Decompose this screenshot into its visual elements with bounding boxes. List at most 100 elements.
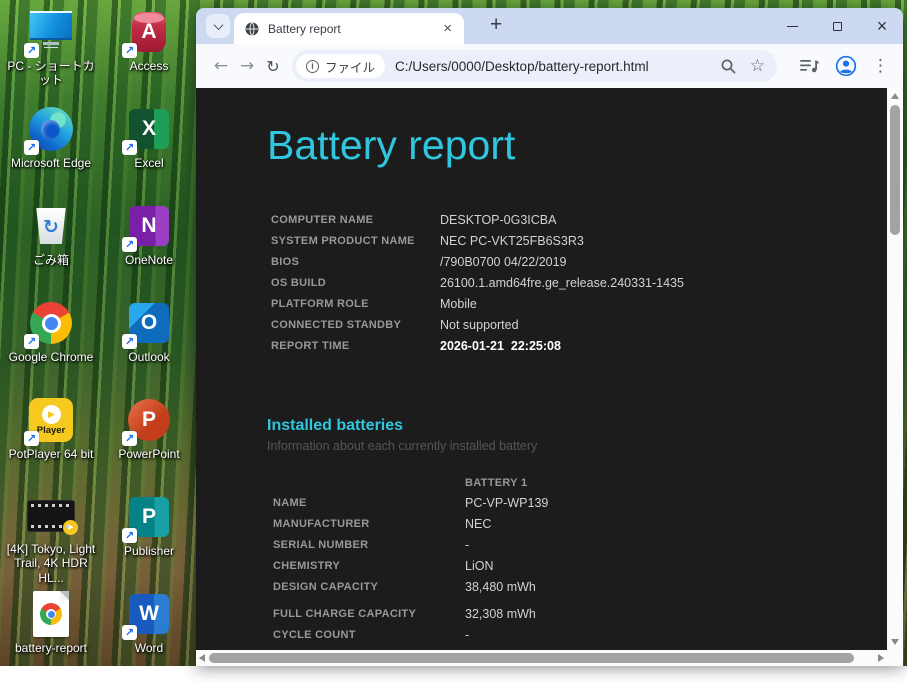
system-info-table: COMPUTER NAME DESKTOP-0G3ICBA SYSTEM PRO… [271, 213, 887, 353]
profile-avatar-icon [835, 55, 857, 77]
desktop-icon-chrome[interactable]: ↗ Google Chrome [2, 294, 100, 391]
battery-value: LiON [465, 559, 887, 573]
shortcut-arrow-icon: ↗ [122, 334, 137, 349]
vertical-scrollbar-thumb[interactable] [890, 105, 900, 235]
horizontal-scrollbar-thumb[interactable] [209, 653, 854, 663]
battery-label: SERIAL NUMBER [273, 539, 465, 551]
scroll-right-arrow[interactable] [878, 654, 884, 662]
tab-title: Battery report [268, 22, 441, 36]
info-label: BIOS [271, 256, 440, 268]
desktop-icon-label: [4K] Tokyo, Light Trail, 4K HDR HL... [3, 542, 99, 585]
desktop-icon-label: Publisher [124, 544, 174, 558]
play-overlay-icon: ▶ [63, 520, 78, 535]
shortcut-arrow-icon: ↗ [122, 431, 137, 446]
desktop-icon-outlook[interactable]: O ↗ Outlook [100, 294, 198, 391]
protocol-label: ファイル [325, 57, 375, 76]
desktop-icon-battery-report-file[interactable]: battery-report [2, 585, 100, 682]
desktop-icon-pc-shortcut[interactable]: ↗ PC - ショートカット [2, 3, 100, 100]
desktop-icon-label: PotPlayer 64 bit [9, 447, 94, 461]
battery-label: FULL CHARGE CAPACITY [273, 602, 465, 620]
desktop-icon-label: ごみ箱 [33, 253, 69, 267]
desktop-icon-edge[interactable]: ↗ Microsoft Edge [2, 100, 100, 197]
scroll-up-arrow[interactable] [891, 93, 899, 99]
maximize-icon [833, 22, 842, 31]
new-tab-button[interactable]: + [484, 11, 508, 39]
desktop-icon-potplayer[interactable]: ▶ Player ↗ PotPlayer 64 bit [2, 391, 100, 488]
scroll-down-arrow[interactable] [891, 639, 899, 645]
desktop-icon-label: Outlook [128, 350, 169, 364]
info-value: NEC PC-VKT25FB6S3R3 [440, 234, 887, 248]
maximize-button[interactable] [830, 19, 844, 33]
browser-toolbar: ← → ↻ i ファイル C:/Users/0000/Desktop/batte… [196, 44, 903, 88]
desktop-icon-label: Access [130, 59, 169, 73]
access-icon: A ↗ [125, 8, 173, 56]
refresh-button[interactable]: ↻ [260, 57, 286, 76]
back-button[interactable]: ← [208, 56, 234, 76]
desktop-icon-publisher[interactable]: P ↗ Publisher [100, 488, 198, 585]
pc-monitor-icon: ↗ [27, 8, 75, 56]
info-label: CONNECTED STANDBY [271, 319, 440, 331]
desktop-icon-onenote[interactable]: N ↗ OneNote [100, 197, 198, 294]
window-controls: × [785, 8, 889, 44]
tab-battery-report[interactable]: Battery report × [234, 13, 464, 44]
desktop-icon-access[interactable]: A ↗ Access [100, 3, 198, 100]
globe-favicon-icon [244, 21, 260, 37]
info-label: PLATFORM ROLE [271, 298, 440, 310]
word-icon: W ↗ [125, 590, 173, 638]
scroll-left-arrow[interactable] [199, 654, 205, 662]
tab-search-button[interactable] [206, 14, 230, 38]
battery-label: CYCLE COUNT [273, 629, 465, 641]
profile-button[interactable] [835, 55, 857, 77]
url-text: C:/Users/0000/Desktop/battery-report.htm… [395, 59, 707, 74]
info-value: Not supported [440, 318, 887, 332]
battery-report-page: Battery report COMPUTER NAME DESKTOP-0G3… [196, 88, 887, 650]
forward-button[interactable]: → [234, 56, 260, 76]
desktop-icon-excel[interactable]: X ↗ Excel [100, 100, 198, 197]
desktop-icon-label: Microsoft Edge [11, 156, 91, 170]
info-icon: i [306, 60, 319, 73]
tab-close-button[interactable]: × [441, 20, 454, 37]
recycle-bin-icon: ↻ [27, 202, 75, 250]
battery-value: PC-VP-WP139 [465, 496, 887, 510]
desktop-icon-video-file[interactable]: ▶ [4K] Tokyo, Light Trail, 4K HDR HL... [2, 488, 100, 585]
desktop-icon-powerpoint[interactable]: P ↗ PowerPoint [100, 391, 198, 488]
chevron-down-icon [213, 20, 223, 30]
horizontal-scrollbar[interactable] [196, 650, 887, 666]
shortcut-arrow-icon: ↗ [24, 140, 39, 155]
battery-label: NAME [273, 497, 465, 509]
site-info-chip[interactable]: i ファイル [296, 54, 385, 78]
report-time-value: 2026-01-21 22:25:08 [440, 339, 887, 353]
shortcut-arrow-icon: ↗ [122, 237, 137, 252]
shortcut-arrow-icon: ↗ [122, 43, 137, 58]
close-icon: × [877, 19, 888, 33]
battery-label: MANUFACTURER [273, 518, 465, 530]
info-label: OS BUILD [271, 277, 440, 289]
battery-label: CHEMISTRY [273, 560, 465, 572]
battery-value: - [465, 628, 887, 642]
vertical-scrollbar[interactable] [887, 88, 903, 650]
desktop-wallpaper: ↗ PC - ショートカット A ↗ Access ↗ Microsoft Ed… [0, 0, 907, 666]
potplayer-icon: ▶ Player ↗ [27, 396, 75, 444]
address-bar[interactable]: i ファイル C:/Users/0000/Desktop/battery-rep… [292, 50, 777, 82]
desktop-icon-word[interactable]: W ↗ Word [100, 585, 198, 682]
minimize-button[interactable] [785, 19, 799, 33]
shortcut-arrow-icon: ↗ [122, 528, 137, 543]
chrome-icon [40, 603, 62, 625]
close-button[interactable]: × [875, 19, 889, 33]
desktop-icon-label: battery-report [15, 641, 87, 655]
battery-column-header: BATTERY 1 [465, 477, 887, 489]
chrome-icon: ↗ [27, 299, 75, 347]
desktop-icon-label: PC - ショートカット [3, 59, 99, 88]
tab-strip: Battery report × + × [196, 8, 903, 44]
info-value: DESKTOP-0G3ICBA [440, 213, 887, 227]
play-icon: ▶ [48, 410, 55, 420]
desktop-icon-recycle-bin[interactable]: ↻ ごみ箱 [2, 197, 100, 294]
browser-menu-button[interactable]: ⋮ [872, 56, 889, 76]
recycle-symbol-icon: ↻ [43, 216, 59, 238]
bookmark-star-button[interactable]: ☆ [750, 56, 765, 76]
html-file-icon [27, 590, 75, 638]
zoom-search-button[interactable] [720, 58, 737, 75]
reading-list-button[interactable] [800, 58, 820, 74]
desktop-icon-label: Google Chrome [9, 350, 94, 364]
battery-value: 38,480 mWh [465, 580, 887, 594]
